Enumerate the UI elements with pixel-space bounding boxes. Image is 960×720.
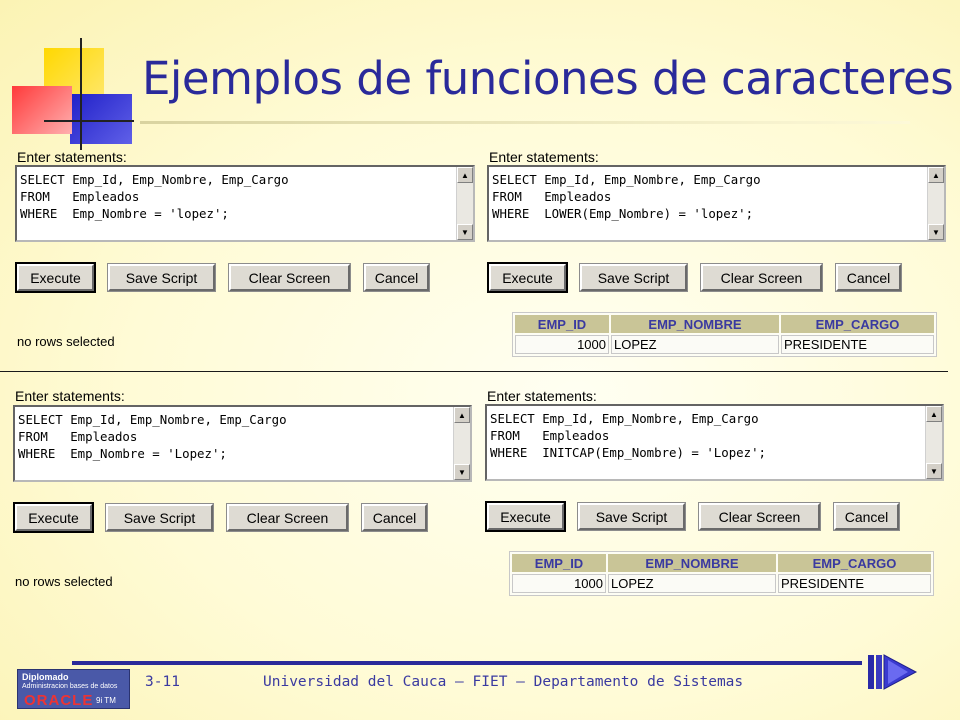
clear-screen-button[interactable]: Clear Screen [698,502,821,531]
execute-button[interactable]: Execute [487,262,568,293]
sql-code[interactable]: SELECT Emp_Id, Emp_Nombre, Emp_Cargo FRO… [490,410,766,461]
sql-editor[interactable]: SELECT Emp_Id, Emp_Nombre, Emp_Cargo FRO… [13,405,472,482]
column-header: EMP_NOMBRE [608,554,776,572]
cell-emp-nombre: LOPEZ [611,335,779,354]
execute-button[interactable]: Execute [15,262,96,293]
scroll-down-icon[interactable]: ▼ [457,224,473,240]
sql-code[interactable]: SELECT Emp_Id, Emp_Nombre, Emp_Cargo FRO… [20,171,289,222]
enter-statements-label: Enter statements: [17,149,127,165]
next-slide-arrow-icon[interactable] [866,652,920,692]
execute-button[interactable]: Execute [13,502,94,533]
title-underline [140,121,910,124]
enter-statements-label: Enter statements: [487,388,597,404]
save-script-button[interactable]: Save Script [107,263,216,292]
scroll-down-icon[interactable]: ▼ [928,224,944,240]
table-header-row: EMP_ID EMP_NOMBRE EMP_CARGO [515,315,934,333]
oracle-diplomado-logo: Diplomado Administracion bases de datos … [17,669,130,709]
editor-scrollbar[interactable]: ▲ ▼ [927,167,944,240]
logo-red-square [12,86,72,134]
editor-scrollbar[interactable]: ▲ ▼ [456,167,473,240]
cell-emp-id: 1000 [512,574,606,593]
scroll-up-icon[interactable]: ▲ [928,167,944,183]
sql-editor[interactable]: SELECT Emp_Id, Emp_Nombre, Emp_Cargo FRO… [15,165,475,242]
save-script-button[interactable]: Save Script [577,502,686,531]
sql-code[interactable]: SELECT Emp_Id, Emp_Nombre, Emp_Cargo FRO… [18,411,287,462]
footer-caption: Universidad del Cauca – FIET – Departame… [263,674,744,690]
table-row: 1000 LOPEZ PRESIDENTE [515,335,934,354]
scroll-up-icon[interactable]: ▲ [457,167,473,183]
column-header: EMP_CARGO [778,554,931,572]
cancel-button[interactable]: Cancel [361,503,428,532]
cell-emp-id: 1000 [515,335,609,354]
no-rows-message: no rows selected [17,334,115,349]
result-table: EMP_ID EMP_NOMBRE EMP_CARGO 1000 LOPEZ P… [509,551,934,596]
sql-editor[interactable]: SELECT Emp_Id, Emp_Nombre, Emp_Cargo FRO… [485,404,944,481]
execute-button[interactable]: Execute [485,501,566,532]
sql-editor[interactable]: SELECT Emp_Id, Emp_Nombre, Emp_Cargo FRO… [487,165,946,242]
scroll-up-icon[interactable]: ▲ [454,407,470,423]
column-header: EMP_ID [515,315,609,333]
editor-scrollbar[interactable]: ▲ ▼ [453,407,470,480]
section-divider [0,371,948,372]
badge-subtitle: Administracion bases de datos [22,683,118,690]
slide-number: 3-11 [145,674,180,690]
badge-title: Diplomado [22,672,69,682]
table-header-row: EMP_ID EMP_NOMBRE EMP_CARGO [512,554,931,572]
footer-rule [72,661,862,665]
scroll-up-icon[interactable]: ▲ [926,406,942,422]
page-title: Ejemplos de funciones de caracteres [142,52,954,105]
save-script-button[interactable]: Save Script [579,263,688,292]
scroll-down-icon[interactable]: ▼ [926,463,942,479]
column-header: EMP_NOMBRE [611,315,779,333]
badge-brand: ORACLE [24,692,94,709]
save-script-button[interactable]: Save Script [105,503,214,532]
clear-screen-button[interactable]: Clear Screen [228,263,351,292]
cell-emp-nombre: LOPEZ [608,574,776,593]
clear-screen-button[interactable]: Clear Screen [226,503,349,532]
sql-code[interactable]: SELECT Emp_Id, Emp_Nombre, Emp_Cargo FRO… [492,171,761,222]
logo-vertical-line [80,38,82,150]
column-header: EMP_ID [512,554,606,572]
scroll-down-icon[interactable]: ▼ [454,464,470,480]
table-row: 1000 LOPEZ PRESIDENTE [512,574,931,593]
badge-version: 9i TM [96,696,116,705]
enter-statements-label: Enter statements: [489,149,599,165]
clear-screen-button[interactable]: Clear Screen [700,263,823,292]
result-table: EMP_ID EMP_NOMBRE EMP_CARGO 1000 LOPEZ P… [512,312,937,357]
cancel-button[interactable]: Cancel [835,263,902,292]
cancel-button[interactable]: Cancel [363,263,430,292]
enter-statements-label: Enter statements: [15,388,125,404]
column-header: EMP_CARGO [781,315,934,333]
editor-scrollbar[interactable]: ▲ ▼ [925,406,942,479]
logo-horizontal-line [44,120,134,122]
cancel-button[interactable]: Cancel [833,502,900,531]
no-rows-message: no rows selected [15,574,113,589]
cell-emp-cargo: PRESIDENTE [781,335,934,354]
cell-emp-cargo: PRESIDENTE [778,574,931,593]
